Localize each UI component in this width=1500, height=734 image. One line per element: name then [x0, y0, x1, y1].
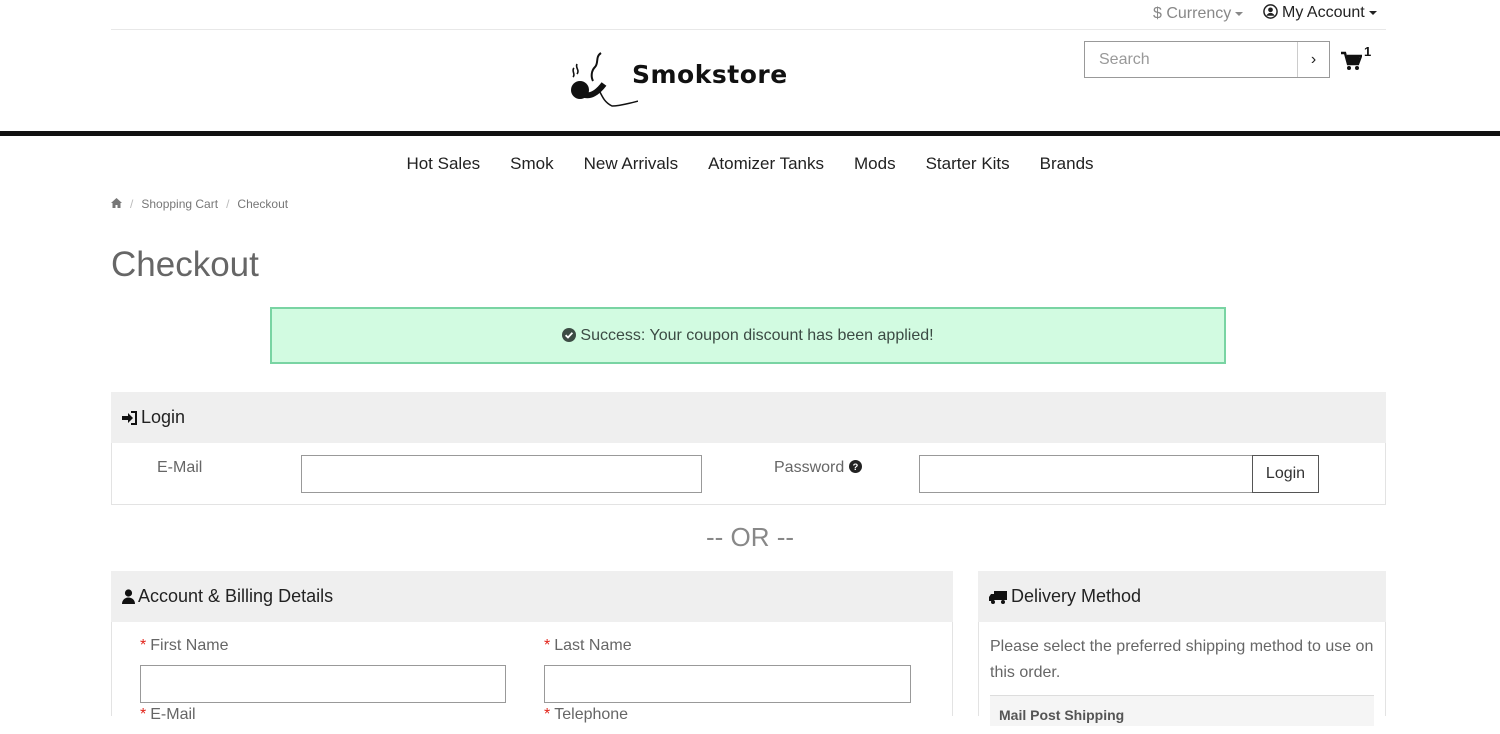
last-name-label-wrap: * Last Name [544, 637, 632, 655]
last-name-label: Last Name [554, 637, 632, 654]
telephone-label-wrap: * Telephone [544, 706, 628, 724]
success-alert: Success: Your coupon discount has been a… [270, 307, 1226, 364]
nav-item-hot-sales[interactable]: Hot Sales [406, 154, 480, 174]
page-title: Checkout [111, 245, 259, 284]
search-input[interactable] [1085, 42, 1297, 77]
user-circle-icon [1263, 4, 1278, 24]
billing-email-label: E-Mail [150, 706, 196, 723]
svg-text:?: ? [852, 462, 858, 472]
or-divider: -- OR -- [705, 522, 795, 552]
required-mark: * [140, 706, 147, 723]
nav-item-new-arrivals[interactable]: New Arrivals [584, 154, 678, 174]
logo-text: Smokstore [632, 60, 788, 89]
required-mark: * [140, 637, 147, 654]
account-label: My Account [1282, 4, 1365, 21]
check-circle-icon [562, 311, 577, 364]
nav-item-starter-kits[interactable]: Starter Kits [926, 154, 1010, 174]
first-name-label: First Name [150, 637, 229, 654]
alert-message: Success: Your coupon discount has been a… [580, 327, 934, 344]
login-heading-text: Login [141, 407, 186, 427]
nav-item-brands[interactable]: Brands [1040, 154, 1094, 174]
required-mark: * [544, 706, 551, 723]
nav-item-atomizer-tanks[interactable]: Atomizer Tanks [708, 154, 824, 174]
login-password-label-wrap: Password ? [774, 459, 862, 477]
login-email-label: E-Mail [157, 459, 203, 476]
first-name-field[interactable] [140, 665, 506, 703]
user-icon [122, 573, 135, 624]
breadcrumb-shopping-cart[interactable]: Shopping Cart [141, 197, 218, 211]
main-nav: Hot Sales Smok New Arrivals Atomizer Tanks M… [0, 154, 1500, 174]
breadcrumb-checkout[interactable]: Checkout [237, 197, 288, 211]
search-box: › [1084, 41, 1330, 78]
currency-label: $ Currency [1153, 5, 1232, 22]
telephone-label: Telephone [554, 706, 629, 723]
first-name-label-wrap: * First Name [140, 637, 228, 655]
caret-down-icon [1235, 11, 1244, 16]
delivery-description: Please select the preferred shipping met… [990, 638, 1374, 681]
home-icon[interactable] [111, 197, 122, 211]
delivery-method-panel-heading[interactable]: Delivery Method [978, 571, 1386, 622]
my-account-dropdown[interactable]: My Account [1263, 4, 1377, 24]
caret-down-icon [1368, 10, 1377, 15]
billing-email-label-wrap: * E-Mail [140, 706, 196, 724]
cart-icon[interactable] [1340, 50, 1363, 72]
sign-in-icon [122, 394, 138, 445]
login-password-field[interactable] [919, 455, 1254, 493]
truck-icon [989, 573, 1008, 624]
search-button[interactable]: › [1297, 42, 1329, 77]
breadcrumb-separator: / [130, 197, 134, 211]
header-divider [0, 131, 1500, 136]
login-password-label: Password [774, 459, 845, 476]
account-billing-heading-text: Account & Billing Details [138, 586, 334, 606]
shipping-option-group: Mail Post Shipping [990, 696, 1374, 726]
required-mark: * [544, 637, 551, 654]
login-panel-heading[interactable]: Login [111, 392, 1386, 443]
cart-count-badge: 1 [1364, 44, 1372, 59]
account-billing-panel-heading[interactable]: Account & Billing Details [111, 571, 953, 622]
login-email-field[interactable] [301, 455, 702, 493]
breadcrumb: / Shopping Cart / Checkout [111, 197, 288, 211]
login-button[interactable]: Login [1252, 455, 1319, 493]
question-circle-icon[interactable]: ? [848, 459, 862, 476]
breadcrumb-separator: / [226, 197, 230, 211]
last-name-field[interactable] [544, 665, 911, 703]
currency-dropdown[interactable]: $ Currency [1153, 5, 1244, 23]
nav-item-smok[interactable]: Smok [510, 154, 553, 174]
delivery-method-heading-text: Delivery Method [1011, 586, 1142, 606]
nav-item-mods[interactable]: Mods [854, 154, 896, 174]
